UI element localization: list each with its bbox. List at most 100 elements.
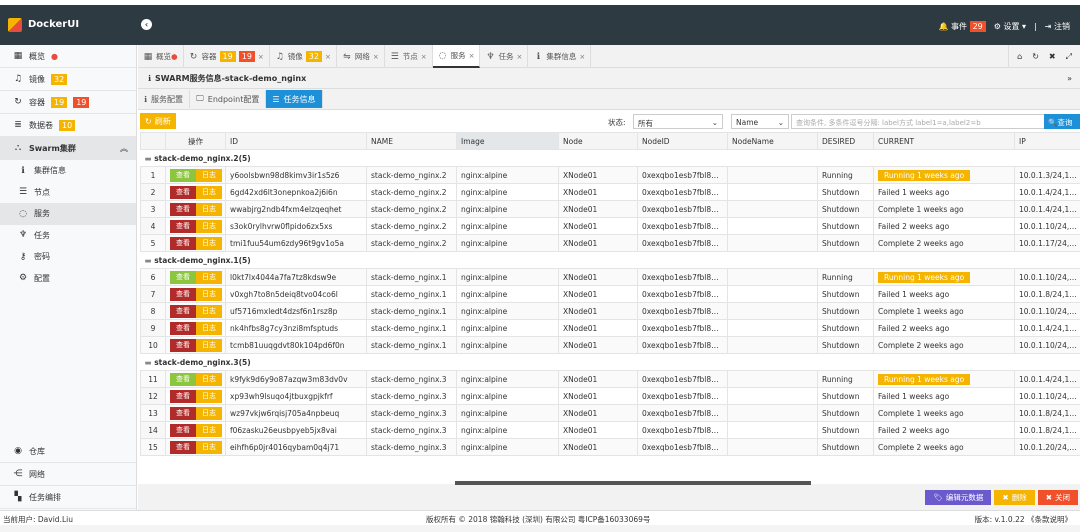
sidebar-subitem[interactable]: ☰ 节点 <box>0 182 136 204</box>
column-header[interactable]: NodeID <box>637 132 728 150</box>
view-button[interactable]: 查看 <box>170 406 196 420</box>
search-input[interactable]: 查询条件, 多条件逗号分隔: label方式 label1=a,label2=b <box>791 114 1045 129</box>
field-select[interactable]: Name ⌄ <box>731 114 789 129</box>
close-tab-icon[interactable]: × <box>325 53 331 61</box>
table-row[interactable]: 7 查看 日志 v0xgh7to8n5deiq8tvo04co6l stack-demo… <box>140 285 1080 303</box>
close-tab-icon[interactable]: × <box>421 53 427 61</box>
delete-button[interactable]: ✖ 删除 <box>994 490 1035 505</box>
view-button[interactable]: 查看 <box>170 270 196 284</box>
sidebar-subitem[interactable]: ℹ 集群信息 <box>0 160 136 182</box>
column-header[interactable]: DESIRED <box>817 132 874 150</box>
column-header[interactable]: NAME <box>366 132 457 150</box>
view-button[interactable]: 查看 <box>170 202 196 216</box>
column-header[interactable]: IP <box>1014 132 1080 150</box>
tab[interactable]: ▦ 概览 ● <box>138 45 184 68</box>
log-button[interactable]: 日志 <box>196 287 222 301</box>
log-button[interactable]: 日志 <box>196 202 222 216</box>
view-button[interactable]: 查看 <box>170 372 196 386</box>
sidebar-item[interactable]: ▦ 概览 ● <box>0 45 136 68</box>
horizontal-scrollbar[interactable] <box>455 481 811 485</box>
reload-icon[interactable]: ↻ <box>1032 52 1039 61</box>
view-button[interactable]: 查看 <box>170 321 196 335</box>
close-all-icon[interactable]: ✖ <box>1049 52 1056 61</box>
table-row[interactable]: 9 查看 日志 nk4hfbs8g7cy3nzi8mfsptuds stack-demo… <box>140 319 1080 337</box>
group-row[interactable]: ▬ stack-demo_nginx.2(5) <box>140 149 1080 167</box>
table-row[interactable]: 2 查看 日志 6gd42xd6lt3onepnkoa2j6i6n stack-demo… <box>140 183 1080 201</box>
sidebar-item[interactable]: ≣ 数据卷 10 <box>0 114 136 137</box>
subtab[interactable]: ☰ 任务信息 <box>266 90 323 108</box>
status-select[interactable]: 所有 ⌄ <box>633 114 723 129</box>
sidebar-item[interactable]: ↻ 容器 19 19 <box>0 91 136 114</box>
log-button[interactable]: 日志 <box>196 219 222 233</box>
view-button[interactable]: 查看 <box>170 440 196 454</box>
collapse-sidebar-button[interactable]: ‹ <box>141 19 152 30</box>
table-row[interactable]: 1 查看 日志 y6oolsbwn98d8kimv3ir1s5z6 stack-demo… <box>140 166 1080 184</box>
tab[interactable]: ♫ 镜像 32 × <box>270 45 337 68</box>
tab[interactable]: ↻ 容器 19 19 × <box>184 45 270 68</box>
column-header[interactable]: Image <box>456 132 559 150</box>
column-header[interactable]: 操作 <box>165 132 226 150</box>
table-row[interactable]: 10 查看 日志 tcmb81uuqgdvt80k104pd6f0n stack-dem… <box>140 336 1080 354</box>
fullscreen-icon[interactable]: ⤢ <box>1066 52 1072 62</box>
sidebar-subitem[interactable]: ◌ 服务 <box>0 203 136 225</box>
log-button[interactable]: 日志 <box>196 406 222 420</box>
tab[interactable]: ℹ 集群信息 × <box>528 45 592 68</box>
log-button[interactable]: 日志 <box>196 321 222 335</box>
log-button[interactable]: 日志 <box>196 389 222 403</box>
expand-icon[interactable]: » <box>1067 74 1072 83</box>
table-row[interactable]: 8 查看 日志 uf5716mxledt4dzsf6n1rsz8p stack-demo… <box>140 302 1080 320</box>
sidebar-item[interactable]: ◉ 仓库 <box>0 440 136 463</box>
log-button[interactable]: 日志 <box>196 440 222 454</box>
log-button[interactable]: 日志 <box>196 304 222 318</box>
tab[interactable]: ♆ 任务 × <box>480 45 529 68</box>
log-button[interactable]: 日志 <box>196 423 222 437</box>
column-header[interactable]: Node <box>558 132 638 150</box>
log-button[interactable]: 日志 <box>196 168 222 182</box>
table-row[interactable]: 13 查看 日志 wz97vkjw6rqisj705a4npbeuq stack-dem… <box>140 404 1080 422</box>
logout-button[interactable]: ⇥ 注销 <box>1045 21 1070 32</box>
collapse-icon[interactable]: ▬ <box>145 358 152 367</box>
log-button[interactable]: 日志 <box>196 236 222 250</box>
collapse-icon[interactable]: ▬ <box>145 154 152 163</box>
subtab[interactable]: ℹ 服务配置 <box>138 90 191 108</box>
tab[interactable]: ☰ 节点 × <box>385 45 433 68</box>
group-row[interactable]: ▬ stack-demo_nginx.3(5) <box>140 353 1080 371</box>
settings-button[interactable]: ⚙ 设置 ▾ <box>994 21 1026 32</box>
view-button[interactable]: 查看 <box>170 168 196 182</box>
close-tab-icon[interactable]: × <box>516 53 522 61</box>
sidebar-item[interactable]: ♫ 镜像 32 <box>0 68 136 91</box>
home-icon[interactable]: ⌂ <box>1017 52 1022 61</box>
table-row[interactable]: 12 查看 日志 xp93wh9lsuqo4jtbuxgpjkfrf stack-dem… <box>140 387 1080 405</box>
refresh-button[interactable]: ↻ 刷新 <box>140 113 176 129</box>
column-header[interactable] <box>140 132 166 150</box>
column-header[interactable]: CURRENT <box>873 132 1015 150</box>
view-button[interactable]: 查看 <box>170 219 196 233</box>
view-button[interactable]: 查看 <box>170 287 196 301</box>
sidebar-item[interactable]: ⛬ Swarm集群 ︽ <box>0 137 136 160</box>
search-button[interactable]: 🔍查询 <box>1044 114 1080 129</box>
table-row[interactable]: 3 查看 日志 wwabjrg2ndb4fxm4elzqeqhet stack-demo… <box>140 200 1080 218</box>
tab[interactable]: ⇋ 网络 × <box>337 45 385 68</box>
table-row[interactable]: 5 查看 日志 tmi1fuu54um6zdy96t9gv1o5a stack-demo… <box>140 234 1080 252</box>
sidebar-subitem[interactable]: ♆ 任务 <box>0 225 136 247</box>
log-button[interactable]: 日志 <box>196 338 222 352</box>
close-tab-icon[interactable]: × <box>469 52 475 60</box>
table-row[interactable]: 14 查看 日志 f06zasku26eusbpyeb5jx8vai stack-dem… <box>140 421 1080 439</box>
view-button[interactable]: 查看 <box>170 389 196 403</box>
edit-metadata-button[interactable]: 🏷 编辑元数据 <box>925 490 992 505</box>
version-link[interactable]: 版本: v.1.0.22 《条款说明》 <box>975 514 1072 525</box>
view-button[interactable]: 查看 <box>170 338 196 352</box>
view-button[interactable]: 查看 <box>170 423 196 437</box>
log-button[interactable]: 日志 <box>196 270 222 284</box>
collapse-icon[interactable]: ▬ <box>145 256 152 265</box>
sidebar-subitem[interactable]: ⚷ 密码 <box>0 246 136 268</box>
close-button[interactable]: ✖ 关闭 <box>1037 490 1078 505</box>
table-row[interactable]: 4 查看 日志 s3ok0rylhvrw0flpido6zx5xs stack-demo… <box>140 217 1080 235</box>
close-tab-icon[interactable]: × <box>258 53 264 61</box>
table-row[interactable]: 11 查看 日志 k9fyk9d6y9o87azqw3m83dv0v stack-dem… <box>140 370 1080 388</box>
log-button[interactable]: 日志 <box>196 185 222 199</box>
table-row[interactable]: 15 查看 日志 eihfh6p0jr4016qybam0q4j71 stack-dem… <box>140 438 1080 456</box>
sidebar-subitem[interactable]: ⚙ 配置 <box>0 268 136 290</box>
events-button[interactable]: 🔔 事件 29 <box>939 21 986 32</box>
view-button[interactable]: 查看 <box>170 185 196 199</box>
